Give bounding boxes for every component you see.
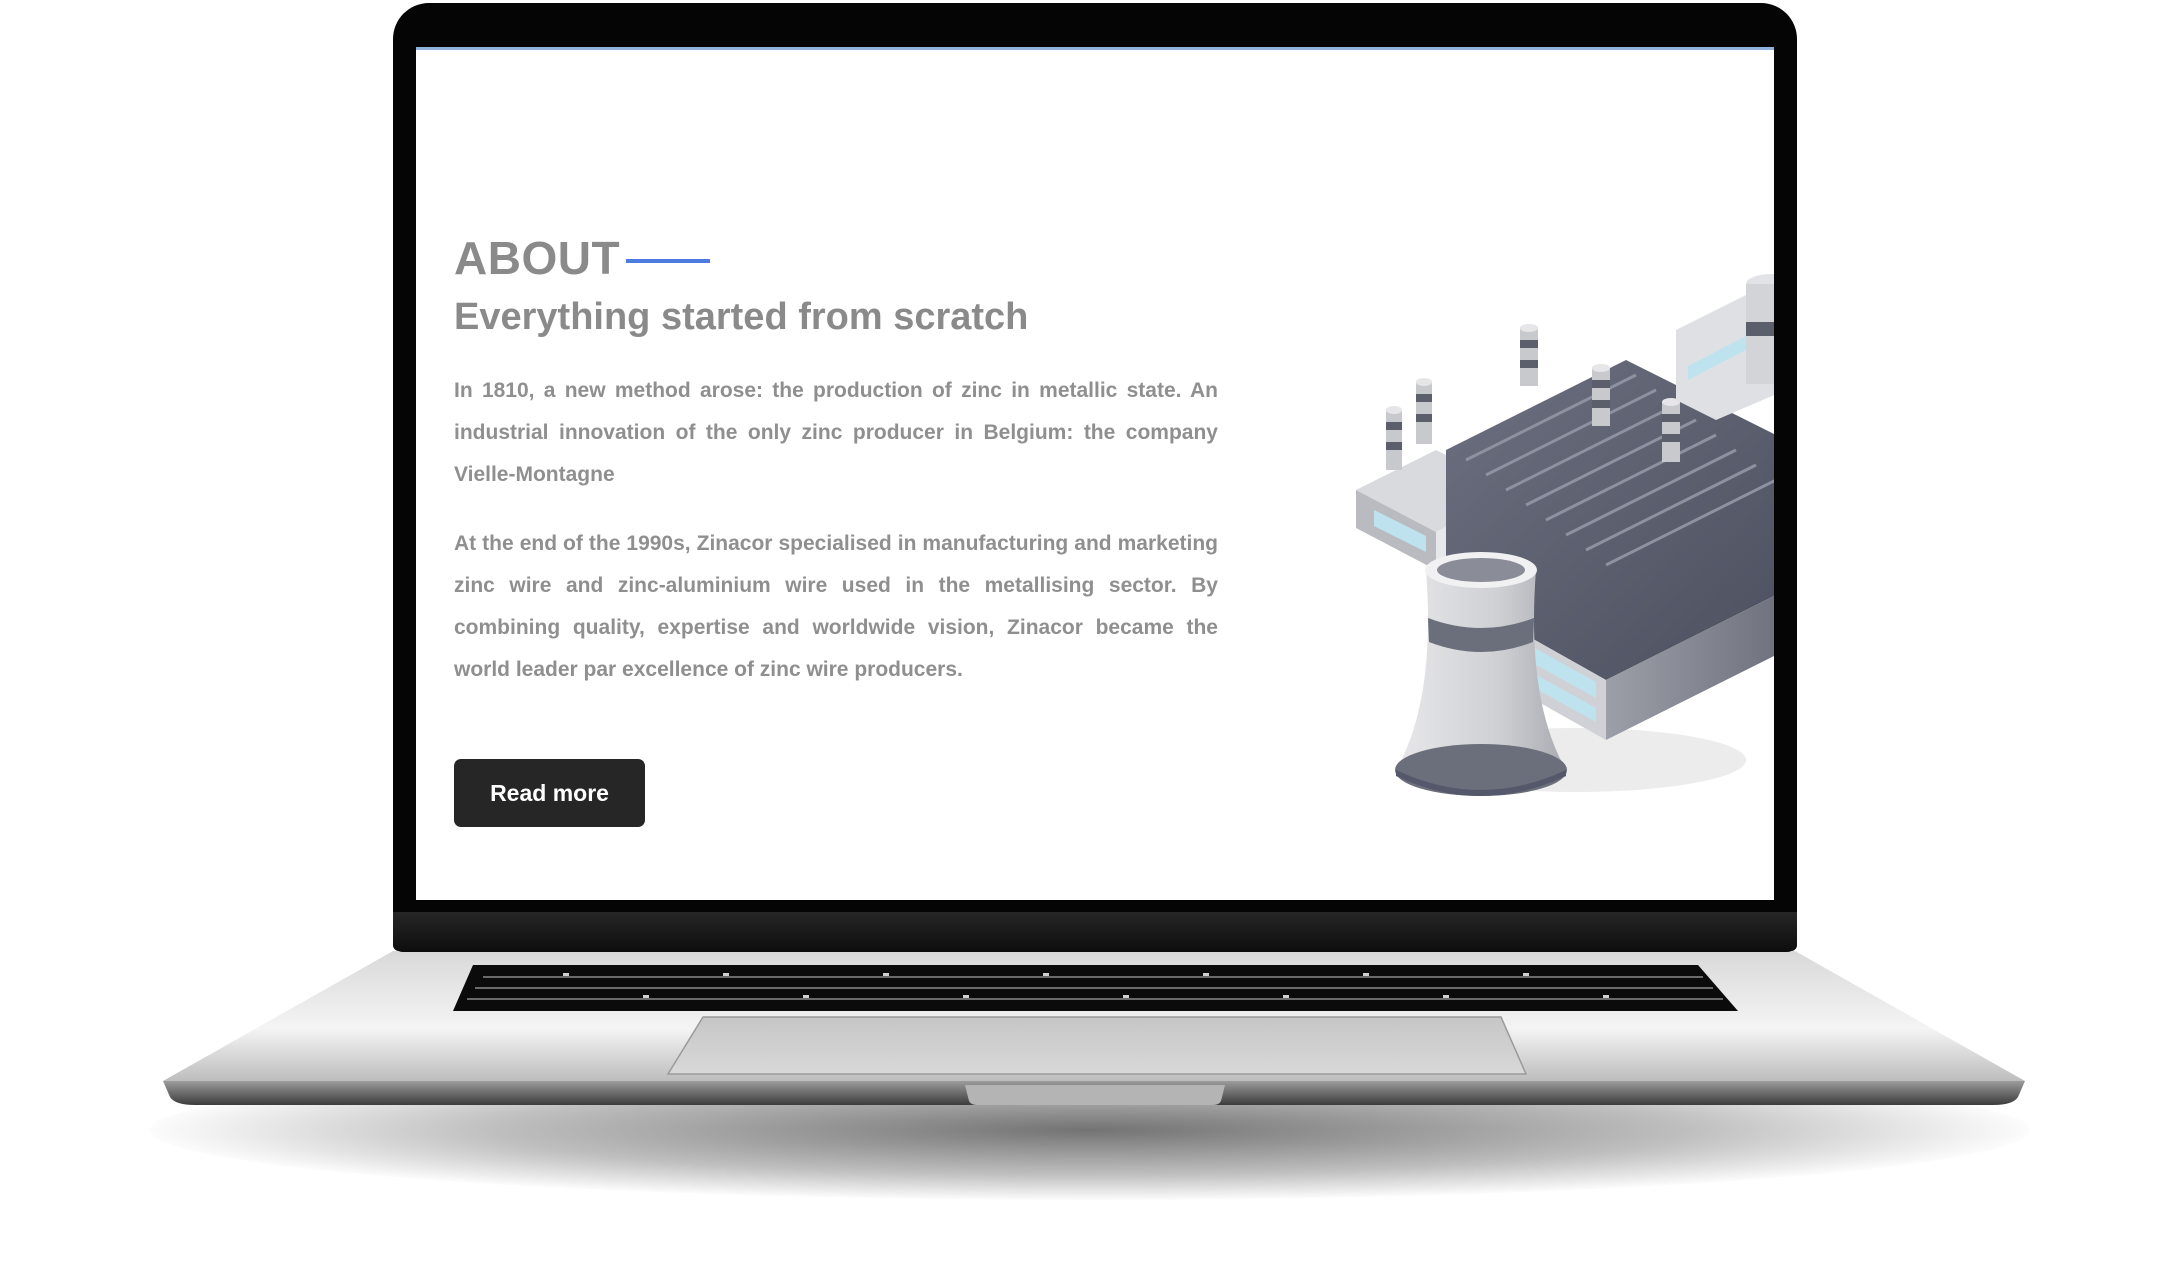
factory-illustration-icon — [1316, 270, 1774, 810]
device-mockup: ABOUT Everything started from scratch In… — [0, 0, 2157, 1264]
section-headline: Everything started from scratch — [454, 296, 1029, 338]
about-paragraph-2: At the end of the 1990s, Zinacor special… — [454, 532, 1218, 681]
about-section: ABOUT Everything started from scratch In… — [454, 230, 1218, 712]
read-more-button[interactable]: Read more — [454, 759, 645, 827]
laptop-hinge — [393, 912, 1797, 952]
laptop-screen: ABOUT Everything started from scratch In… — [416, 47, 1774, 900]
laptop-base — [163, 951, 2025, 1109]
section-eyebrow: ABOUT — [454, 230, 1218, 286]
about-paragraph-1: In 1810, a new method arose: the product… — [454, 379, 1218, 486]
accent-line — [626, 259, 711, 263]
section-label: ABOUT — [454, 232, 621, 284]
